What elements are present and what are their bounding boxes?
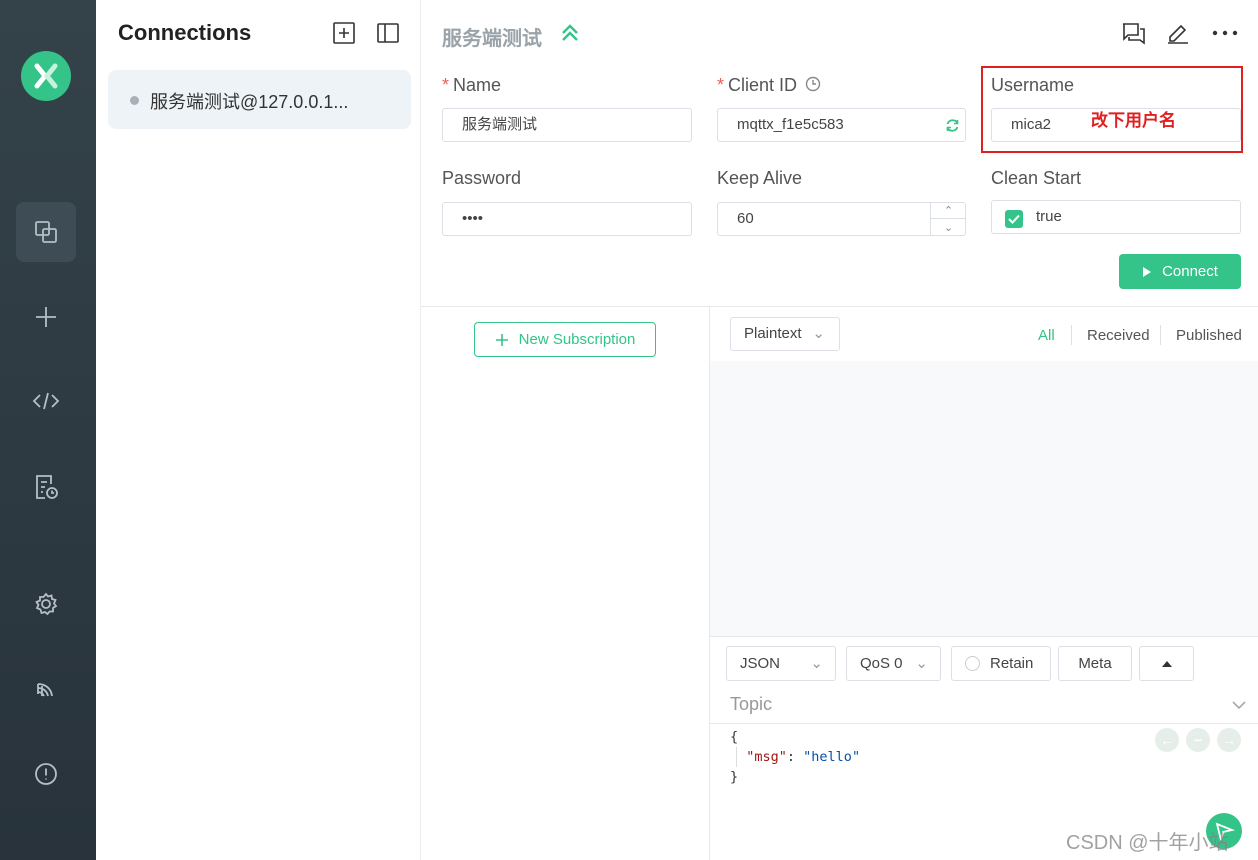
filter-separator	[1071, 325, 1072, 345]
expand-button[interactable]	[1139, 646, 1194, 681]
clean-start-label: Clean Start	[991, 168, 1082, 188]
check-icon	[1008, 214, 1020, 224]
script-icon	[32, 392, 60, 410]
payload-format-value: JSON	[740, 655, 781, 672]
publish-divider	[710, 636, 1258, 637]
about-nav-button[interactable]	[16, 744, 76, 804]
script-nav-button[interactable]	[16, 371, 76, 431]
subscribe-nav-button[interactable]	[16, 659, 76, 719]
qos-select[interactable]: QoS 0 ⌄	[846, 646, 941, 681]
topic-input[interactable]: Topic	[730, 694, 772, 715]
filter-received-tab[interactable]: Received	[1087, 327, 1150, 344]
topic-divider	[710, 723, 1258, 724]
new-connection-icon[interactable]	[332, 21, 356, 45]
password-field[interactable]: ••••	[442, 202, 692, 236]
payload-colon: :	[786, 749, 804, 765]
log-nav-button[interactable]	[16, 457, 76, 517]
chevron-down-icon: ⌄	[915, 655, 928, 672]
plus-icon	[495, 333, 508, 346]
keep-alive-stepper[interactable]: ⌃ ⌄	[930, 203, 966, 236]
connection-name: 服务端测试@127.0.0.1...	[150, 92, 349, 112]
caret-up-icon	[1161, 661, 1172, 667]
toggle-sidebar-icon[interactable]	[376, 21, 400, 45]
page-title: 服务端测试	[442, 28, 542, 50]
connections-title: Connections	[118, 20, 252, 45]
connections-panel: Connections 服务端测试@127.0.0.1...	[96, 0, 421, 860]
more-icon[interactable]	[1212, 29, 1238, 37]
filter-all-tab[interactable]: All	[1038, 327, 1055, 344]
subscribe-icon	[37, 683, 53, 697]
new-connection-nav-button[interactable]	[16, 287, 76, 347]
settings-icon	[35, 592, 58, 616]
connections-icon	[35, 221, 57, 243]
section-divider	[421, 306, 1258, 307]
client-id-field[interactable]: mqttx_f1e5c583	[717, 108, 966, 142]
chat-icon[interactable]	[1121, 21, 1146, 46]
password-label: Password	[442, 168, 522, 188]
annotation-text: 改下用户名	[1091, 111, 1176, 130]
edit-icon[interactable]	[1166, 21, 1190, 45]
clock-icon	[805, 76, 821, 92]
connection-status-dot	[130, 96, 139, 105]
connections-nav-button[interactable]	[16, 202, 76, 262]
app-logo	[21, 51, 71, 101]
previous-icon[interactable]: ←	[1155, 728, 1179, 752]
connect-label: Connect	[1162, 263, 1218, 280]
chevron-up-icon[interactable]: ⌃	[931, 203, 966, 219]
play-icon	[1143, 266, 1152, 277]
payload-line-close: }	[730, 769, 739, 785]
log-icon	[36, 475, 58, 499]
clean-start-checkbox[interactable]	[1005, 210, 1023, 228]
payload-line-open: {	[730, 729, 739, 745]
new-connection-icon	[36, 307, 56, 327]
meta-button[interactable]: Meta	[1058, 646, 1132, 681]
chevron-down-icon[interactable]	[1231, 699, 1247, 711]
keep-alive-label: Keep Alive	[717, 168, 803, 188]
connect-button[interactable]: Connect	[1119, 254, 1241, 289]
retain-label: Retain	[990, 655, 1034, 672]
nav-rail	[0, 0, 96, 860]
filter-separator	[1160, 325, 1161, 345]
radio-icon	[965, 656, 980, 671]
chevron-down-icon: ⌄	[812, 325, 825, 342]
payload-line-body: "msg": "hello"	[730, 747, 860, 767]
payload-editor[interactable]: { "msg": "hello" }	[730, 727, 860, 787]
about-icon	[35, 763, 57, 785]
message-format-value: Plaintext	[744, 325, 802, 342]
clean-start-field[interactable]: true	[991, 200, 1241, 234]
payload-format-select[interactable]: JSON ⌄	[726, 646, 836, 681]
message-list[interactable]	[710, 361, 1258, 636]
message-format-select[interactable]: Plaintext ⌄	[730, 317, 840, 351]
retain-toggle[interactable]: Retain	[951, 646, 1051, 681]
new-subscription-label: New Subscription	[518, 331, 636, 348]
next-icon[interactable]: →	[1217, 728, 1241, 752]
chevron-down-icon[interactable]: ⌄	[931, 219, 966, 235]
name-label: * Name	[442, 75, 502, 95]
payload-key: "msg"	[746, 749, 787, 765]
connection-item[interactable]: 服务端测试@127.0.0.1...	[108, 70, 411, 129]
name-field[interactable]: 服务端测试	[442, 108, 692, 142]
chevron-down-icon: ⌄	[810, 655, 823, 672]
minus-icon[interactable]: −	[1186, 728, 1210, 752]
qos-value: QoS 0	[860, 655, 903, 672]
filter-published-tab[interactable]: Published	[1176, 327, 1242, 344]
watermark: CSDN @十年小站	[1066, 832, 1229, 854]
new-subscription-button[interactable]: New Subscription	[474, 322, 656, 357]
payload-value: "hello"	[803, 749, 861, 765]
client-id-label: * Client ID	[717, 75, 798, 95]
collapse-up-icon[interactable]	[559, 22, 581, 44]
refresh-icon[interactable]	[945, 118, 960, 133]
settings-nav-button[interactable]	[16, 574, 76, 634]
keep-alive-field[interactable]: 60	[717, 202, 966, 236]
